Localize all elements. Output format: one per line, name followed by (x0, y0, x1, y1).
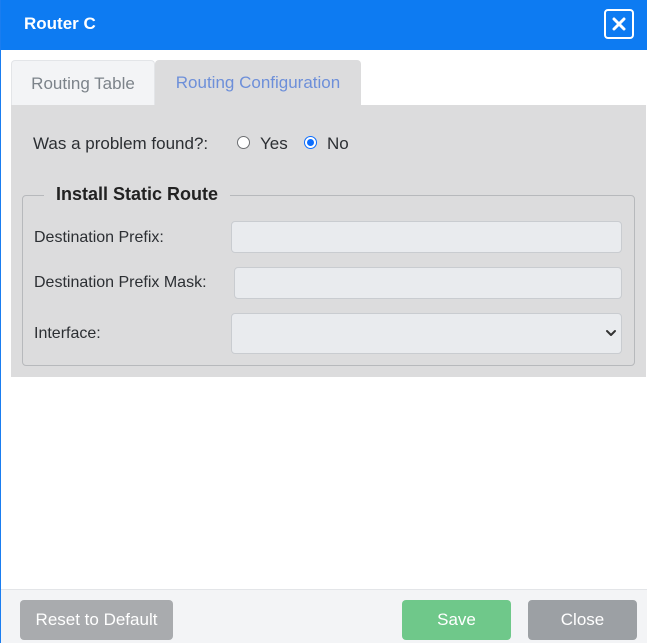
problem-no-label[interactable]: No (327, 134, 349, 154)
tab-routing-configuration[interactable]: Routing Configuration (155, 60, 361, 105)
problem-question-label: Was a problem found?: (33, 134, 209, 153)
reset-to-default-button[interactable]: Reset to Default (20, 600, 173, 640)
destination-prefix-mask-input[interactable] (234, 267, 622, 299)
destination-prefix-label: Destination Prefix: (34, 229, 164, 246)
save-button[interactable]: Save (402, 600, 511, 640)
problem-yes-radio[interactable] (237, 136, 250, 149)
destination-prefix-input[interactable] (231, 221, 622, 253)
interface-select[interactable] (231, 313, 622, 354)
title-bar: Router C (1, 0, 647, 50)
install-static-route-legend: Install Static Route (44, 184, 231, 205)
close-dialog-button[interactable] (604, 9, 634, 39)
interface-label: Interface: (34, 325, 101, 342)
chevron-down-icon (606, 330, 616, 336)
dialog-title: Router C (24, 14, 96, 33)
close-button[interactable]: Close (528, 600, 637, 640)
radio-selected-dot (307, 139, 314, 146)
tab-routing-table[interactable]: Routing Table (11, 60, 155, 105)
close-icon (612, 17, 626, 31)
problem-no-radio[interactable] (304, 136, 317, 149)
router-dialog: Router C Routing Table Routing Configura… (0, 0, 647, 643)
destination-prefix-mask-label: Destination Prefix Mask: (34, 274, 207, 291)
problem-yes-label[interactable]: Yes (260, 134, 288, 154)
tab-bar: Routing Table Routing Configuration (11, 60, 361, 105)
